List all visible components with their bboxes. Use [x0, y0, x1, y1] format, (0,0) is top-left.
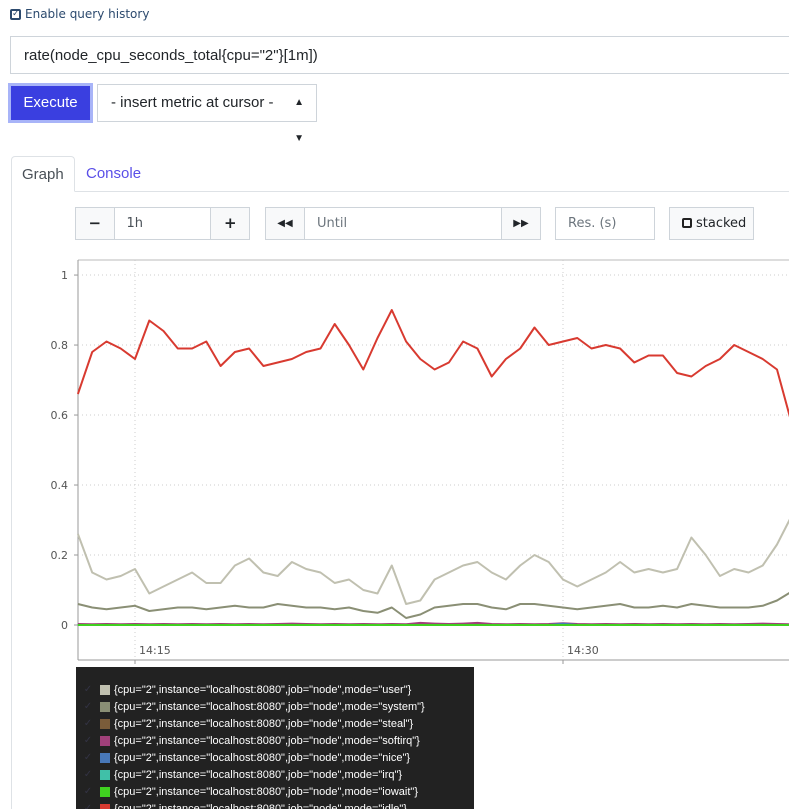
series-line	[76, 518, 789, 605]
legend: ✓ {cpu="2",instance="localhost:8080",job=…	[76, 667, 474, 809]
series-swatch	[100, 735, 110, 746]
legend-item[interactable]: ✓ {cpu="2",instance="localhost:8080",job=…	[76, 749, 474, 766]
legend-item[interactable]: ✓ {cpu="2",instance="localhost:8080",job=…	[76, 698, 474, 715]
y-tick-label: 0.8	[51, 339, 69, 352]
legend-item[interactable]: ✓ {cpu="2",instance="localhost:8080",job=…	[76, 766, 474, 783]
legend-label: {cpu="2",instance="localhost:8080",job="…	[114, 734, 420, 747]
legend-item[interactable]: ✓ {cpu="2",instance="localhost:8080",job=…	[76, 681, 474, 698]
y-tick-label: 0.6	[51, 409, 69, 422]
legend-item[interactable]: ✓ {cpu="2",instance="localhost:8080",job=…	[76, 732, 474, 749]
check-icon: ✓	[83, 769, 93, 780]
y-tick-label: 0.2	[51, 549, 69, 562]
check-icon: ✓	[83, 786, 93, 797]
series-swatch	[100, 701, 110, 712]
legend-item[interactable]: ✓ {cpu="2",instance="localhost:8080",job=…	[76, 800, 474, 809]
series-swatch	[100, 786, 110, 797]
legend-item[interactable]: ✓ {cpu="2",instance="localhost:8080",job=…	[76, 783, 474, 800]
series-line	[76, 309, 789, 418]
series-swatch	[100, 718, 110, 729]
series-swatch	[100, 803, 110, 809]
y-tick-label: 1	[61, 269, 68, 282]
series-swatch	[100, 684, 110, 695]
series-swatch	[100, 752, 110, 763]
check-icon: ✓	[83, 735, 93, 746]
check-icon: ✓	[83, 752, 93, 763]
check-icon: ✓	[83, 701, 93, 712]
y-tick-label: 0	[61, 619, 68, 632]
series-swatch	[100, 769, 110, 780]
check-icon: ✓	[83, 718, 93, 729]
check-icon: ✓	[83, 684, 93, 695]
x-tick-label: 14:15	[139, 644, 171, 657]
legend-label: {cpu="2",instance="localhost:8080",job="…	[114, 751, 411, 764]
x-tick-label: 14:30	[567, 644, 599, 657]
legend-label: {cpu="2",instance="localhost:8080",job="…	[114, 700, 425, 713]
legend-item[interactable]: ✓ {cpu="2",instance="localhost:8080",job=…	[76, 715, 474, 732]
legend-label: {cpu="2",instance="localhost:8080",job="…	[114, 768, 403, 781]
y-tick-label: 0.4	[51, 479, 69, 492]
check-icon: ✓	[83, 803, 93, 809]
legend-label: {cpu="2",instance="localhost:8080",job="…	[114, 785, 419, 798]
series-line	[77, 592, 789, 619]
legend-label: {cpu="2",instance="localhost:8080",job="…	[114, 717, 414, 730]
legend-label: {cpu="2",instance="localhost:8080",job="…	[114, 802, 408, 809]
legend-label: {cpu="2",instance="localhost:8080",job="…	[114, 683, 412, 696]
